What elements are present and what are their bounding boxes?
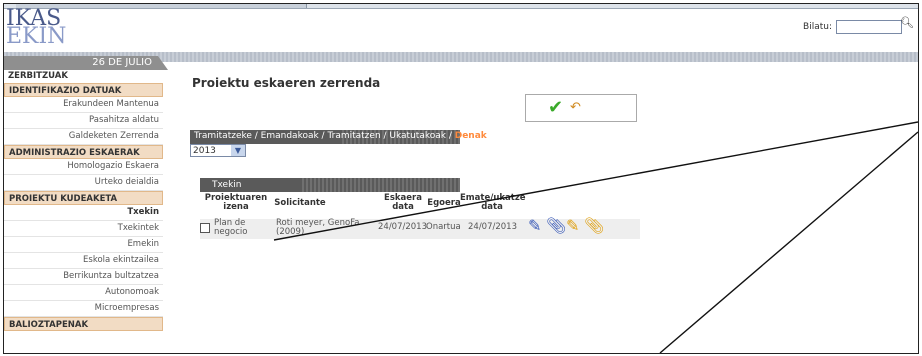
annotation-line-2 (659, 131, 918, 353)
annotation-line-1 (273, 121, 918, 241)
annotation-line (273, 121, 918, 353)
browser-page: IKAS EKIN Bilatu: 🔍︎ 26 DE JULIO ZERBITZ… (3, 3, 919, 354)
